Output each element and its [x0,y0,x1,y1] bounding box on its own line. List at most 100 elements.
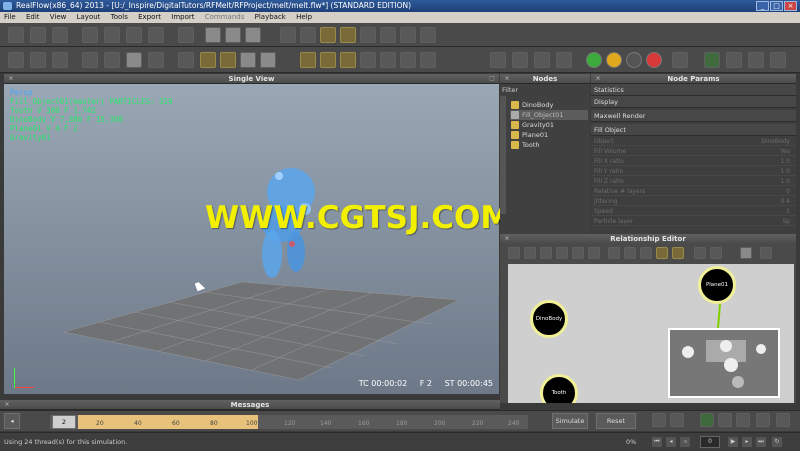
view-f-icon[interactable] [380,27,396,43]
fit-icon[interactable] [608,247,620,259]
sim-option-a-icon[interactable] [652,413,666,427]
script-a-icon[interactable] [704,52,720,68]
wire-icon[interactable] [148,52,164,68]
current-frame-box[interactable]: 2 [52,415,76,429]
torus-icon[interactable] [340,52,356,68]
menu-import[interactable]: Import [167,12,198,23]
view-g-icon[interactable] [400,27,416,43]
view-a-icon[interactable] [280,27,296,43]
param-layers[interactable]: Relative # layers 0 [591,187,796,196]
simulate-button[interactable]: Simulate [552,413,588,429]
minimize-button[interactable]: _ [756,1,769,11]
grid-icon[interactable] [126,52,142,68]
tool-c-icon[interactable] [225,27,241,43]
loop-icon[interactable]: ↻ [772,437,782,447]
layout-a-icon[interactable] [694,247,706,259]
script-b-icon[interactable] [726,52,742,68]
node-item-fill-object[interactable]: Fill_Object01 [510,110,588,120]
layers-icon[interactable] [420,52,436,68]
rel-node-plane[interactable]: Plane01 [698,266,736,304]
minimap-toggle-icon[interactable] [740,247,752,259]
mesh-icon[interactable] [82,52,98,68]
section-fill-object[interactable]: Fill Object [591,124,796,136]
fast-forward-icon[interactable]: ⏭ [756,437,766,447]
emitter-icon[interactable] [8,52,24,68]
tool-d-icon[interactable] [245,27,261,43]
record-red-icon[interactable] [646,52,662,68]
step-back-frame-icon[interactable]: ◃ [680,437,690,447]
script-d-icon[interactable] [770,52,786,68]
object-icon[interactable] [52,52,68,68]
menu-layout[interactable]: Layout [73,12,105,23]
scale-icon[interactable] [148,27,164,43]
param-jittering[interactable]: Jittering 0.4 [591,197,796,206]
filter-strip[interactable] [500,96,506,214]
sim-option-f-icon[interactable] [756,413,770,427]
link-icon[interactable] [508,247,520,259]
fill-icon[interactable] [200,52,216,68]
relationship-canvas[interactable]: DinoBody Plane01 Tooth [508,264,794,403]
sim-option-d-icon[interactable] [718,413,732,427]
rotate-icon[interactable] [126,27,142,43]
plane-icon[interactable] [360,52,376,68]
rel-node-dinobody[interactable]: DinoBody [530,300,568,338]
stop-grey-icon[interactable] [626,52,642,68]
export-icon[interactable] [672,52,688,68]
view-e-icon[interactable] [360,27,376,43]
view-b-icon[interactable] [300,27,316,43]
layout-b-icon[interactable] [710,247,722,259]
save-icon[interactable] [52,27,68,43]
menu-edit[interactable]: Edit [22,12,44,23]
cylinder-icon[interactable] [380,52,396,68]
cube-textured-icon[interactable] [556,52,572,68]
camera-icon[interactable] [104,52,120,68]
param-object[interactable]: Object DinoBody [591,137,796,146]
unlink-icon[interactable] [524,247,536,259]
close-button[interactable]: × [784,1,797,11]
menu-tools[interactable]: Tools [107,12,132,23]
section-maxwell[interactable]: Maxwell Render [591,110,796,122]
select-icon[interactable] [82,27,98,43]
maximize-button[interactable]: □ [770,1,783,11]
light-icon[interactable] [260,52,276,68]
section-statistics[interactable]: Statistics [591,84,796,96]
tool-b-icon[interactable] [205,27,221,43]
reset-button[interactable]: Reset [596,413,636,429]
box-icon[interactable] [300,52,316,68]
relationship-menu-icon[interactable] [760,247,772,259]
view-h-icon[interactable] [420,27,436,43]
rewind-icon[interactable]: ⏮ [652,437,662,447]
node-item-tooth[interactable]: Tooth [510,140,540,150]
nodes-close-icon[interactable]: × [503,75,511,83]
node-item-gravity[interactable]: Gravity01 [510,120,554,130]
section-display[interactable]: Display [591,96,796,108]
tool-a-icon[interactable] [178,27,194,43]
param-fill-z[interactable]: Fill Z ratio 1.0 [591,177,796,186]
cube-outline-icon[interactable] [490,52,506,68]
param-fill-volume[interactable]: Fill Volume Yes [591,147,796,156]
menu-view[interactable]: View [46,12,71,23]
render-icon[interactable] [240,52,256,68]
view-d-icon[interactable] [340,27,356,43]
panel-float-icon[interactable]: □ [488,75,496,83]
wave-icon[interactable] [400,52,416,68]
menu-commands[interactable]: Commands [201,12,249,23]
cube-shaded-icon[interactable] [534,52,550,68]
sphere-icon[interactable] [320,52,336,68]
daemon-icon[interactable] [30,52,46,68]
zoom-icon[interactable] [624,247,636,259]
sim-option-c-icon[interactable] [700,413,714,427]
param-fill-x[interactable]: Fill X ratio 1.0 [591,157,796,166]
cube-solid-icon[interactable] [512,52,528,68]
view-c-icon[interactable] [320,27,336,43]
move-icon[interactable] [104,27,120,43]
node-type-b-icon[interactable] [672,247,684,259]
timeline-menu-icon[interactable]: ◂ [4,413,20,429]
panel-close-icon[interactable]: × [7,75,15,83]
param-fill-y[interactable]: Fill Y ratio 1.0 [591,167,796,176]
new-scene-icon[interactable] [8,27,24,43]
hide-icon[interactable] [588,247,600,259]
menu-playback[interactable]: Playback [251,12,290,23]
ungroup-icon[interactable] [572,247,584,259]
relationship-minimap[interactable] [668,328,780,398]
